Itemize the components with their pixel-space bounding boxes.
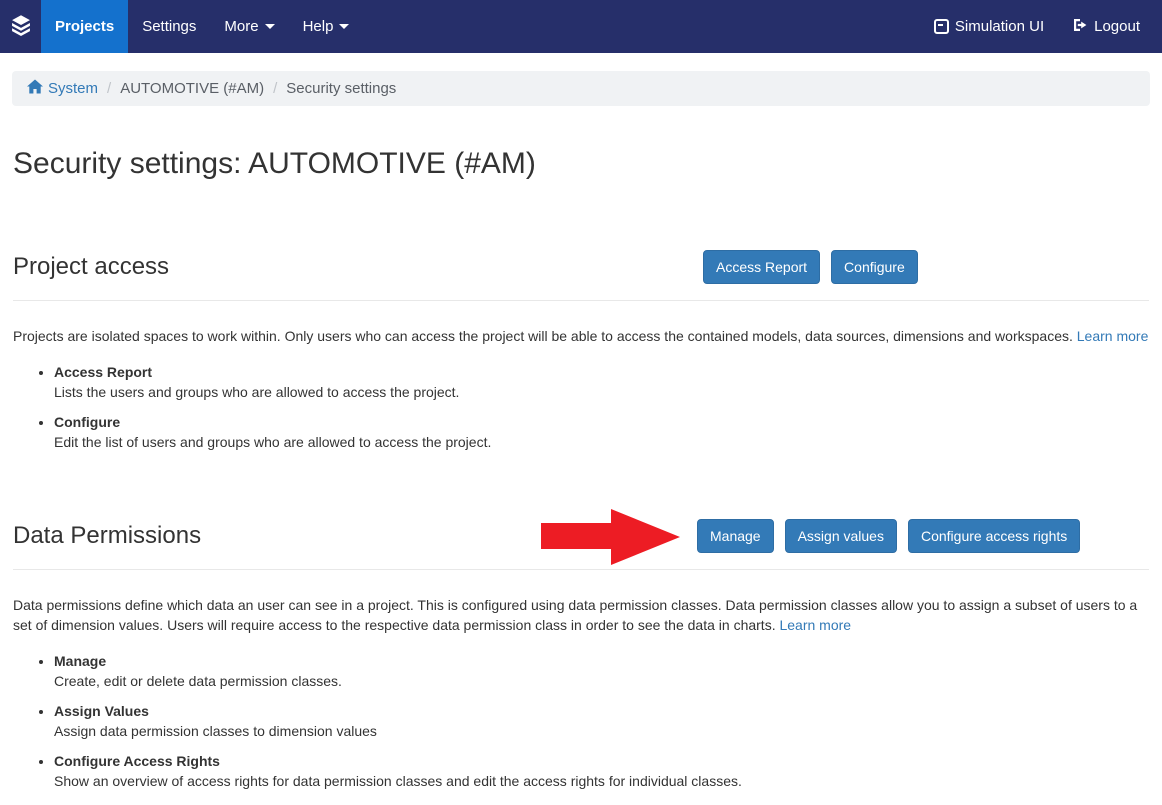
list-item: Assign Values Assign data permission cla… [54, 701, 1149, 741]
nav-item-projects[interactable]: Projects [41, 0, 128, 53]
configure-access-rights-button[interactable]: Configure access rights [908, 519, 1080, 553]
breadcrumb-label-system: System [48, 80, 98, 97]
feature-title-manage: Manage [54, 651, 1149, 671]
project-access-description: Projects are isolated spaces to work wit… [13, 326, 1149, 346]
list-item: Manage Create, edit or delete data permi… [54, 651, 1149, 691]
project-access-learn-more-link[interactable]: Learn more [1077, 328, 1149, 344]
nav-item-help-label: Help [303, 18, 334, 35]
feature-description: Assign data permission classes to dimens… [54, 721, 1149, 741]
feature-description: Lists the users and groups who are allow… [54, 382, 1149, 402]
section-header-project-access: Project access Access Report Configure [13, 250, 1149, 286]
layers-icon [8, 12, 34, 41]
simulation-ui-label: Simulation UI [955, 18, 1044, 35]
configure-button[interactable]: Configure [831, 250, 918, 284]
nav-item-more[interactable]: More [210, 0, 288, 53]
app-logo[interactable] [0, 0, 41, 53]
project-access-description-text: Projects are isolated spaces to work wit… [13, 328, 1073, 344]
breadcrumb-separator: / [264, 80, 286, 97]
simulation-ui-icon [934, 19, 949, 34]
main-nav: Projects Settings More Help [41, 0, 363, 53]
logout-button[interactable]: Logout [1072, 17, 1140, 37]
feature-description: Show an overview of access rights for da… [54, 771, 1149, 791]
feature-title-access-report: Access Report [54, 362, 1149, 382]
breadcrumb: System / AUTOMOTIVE (#AM) / Security set… [12, 71, 1150, 106]
page-content: Security settings: AUTOMOTIVE (#AM) Proj… [0, 147, 1162, 791]
data-permissions-feature-list: Manage Create, edit or delete data permi… [13, 651, 1149, 791]
data-permissions-description: Data permissions define which data an us… [13, 595, 1149, 635]
manage-button[interactable]: Manage [697, 519, 774, 553]
navbar-right: Simulation UI Logout [934, 0, 1162, 53]
feature-title-assign-values: Assign Values [54, 701, 1149, 721]
access-report-button[interactable]: Access Report [703, 250, 820, 284]
section-divider [13, 569, 1149, 570]
project-access-feature-list: Access Report Lists the users and groups… [13, 362, 1149, 452]
feature-description: Edit the list of users and groups who ar… [54, 432, 1149, 452]
top-navbar: Projects Settings More Help Simulation U… [0, 0, 1162, 53]
nav-item-more-label: More [224, 18, 258, 35]
chevron-down-icon [339, 24, 349, 29]
page-title: Security settings: AUTOMOTIVE (#AM) [13, 147, 1149, 180]
chevron-down-icon [265, 24, 275, 29]
breadcrumb-item-project[interactable]: AUTOMOTIVE (#AM) [120, 80, 264, 97]
list-item: Configure Edit the list of users and gro… [54, 412, 1149, 452]
sign-out-icon [1072, 17, 1088, 37]
data-permissions-description-text: Data permissions define which data an us… [13, 597, 1137, 633]
breadcrumb-separator: / [98, 80, 120, 97]
nav-item-help[interactable]: Help [289, 0, 364, 53]
project-access-button-row: Access Report Configure [703, 250, 918, 284]
feature-description: Create, edit or delete data permission c… [54, 671, 1149, 691]
assign-values-button[interactable]: Assign values [785, 519, 897, 553]
section-divider [13, 300, 1149, 301]
feature-title-configure: Configure [54, 412, 1149, 432]
home-icon [27, 79, 43, 98]
breadcrumb-item-system[interactable]: System [27, 79, 98, 98]
section-heading-project-access: Project access [13, 250, 1149, 281]
simulation-ui-button[interactable]: Simulation UI [934, 18, 1044, 35]
data-permissions-learn-more-link[interactable]: Learn more [779, 617, 851, 633]
feature-title-configure-access-rights: Configure Access Rights [54, 751, 1149, 771]
data-permissions-button-row: Manage Assign values Configure access ri… [697, 519, 1080, 553]
logout-label: Logout [1094, 18, 1140, 35]
list-item: Access Report Lists the users and groups… [54, 362, 1149, 402]
section-header-data-permissions: Data Permissions Manage Assign values Co… [13, 519, 1149, 555]
nav-item-settings[interactable]: Settings [128, 0, 210, 53]
breadcrumb-item-current: Security settings [286, 80, 396, 97]
list-item: Configure Access Rights Show an overview… [54, 751, 1149, 791]
